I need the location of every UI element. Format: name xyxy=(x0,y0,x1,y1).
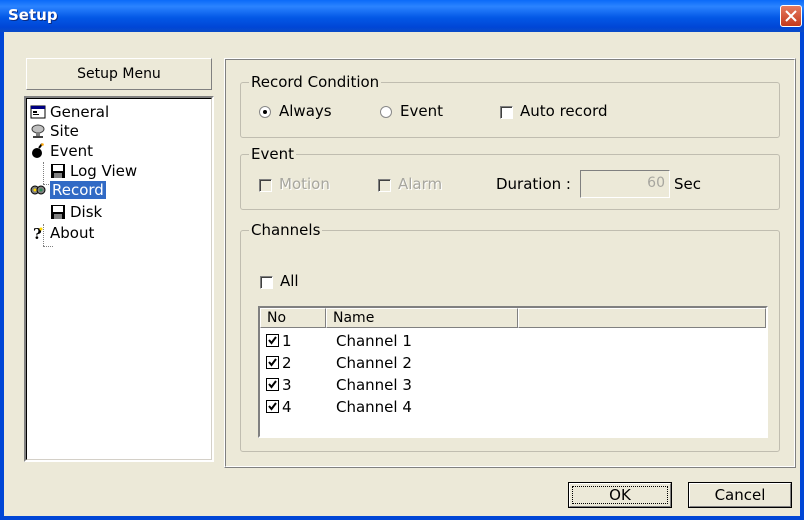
channel-no: 1 xyxy=(282,332,292,350)
window-border-bottom xyxy=(0,516,804,520)
channel-name: Channel 1 xyxy=(336,332,412,350)
ok-button-label: OK xyxy=(609,486,631,504)
ok-button[interactable]: OK xyxy=(568,482,672,508)
auto-record-checkbox[interactable] xyxy=(500,106,513,119)
window-border-left xyxy=(0,32,4,520)
record-icon xyxy=(30,185,46,195)
check-icon xyxy=(268,358,277,367)
selected-label: Record xyxy=(50,181,106,199)
column-header-no[interactable]: No xyxy=(260,308,326,328)
event-radio[interactable] xyxy=(380,106,392,118)
radio-dot xyxy=(263,110,267,114)
duration-unit: Sec xyxy=(674,175,701,193)
sidebar-item-label: Log View xyxy=(70,162,138,180)
channel-name: Channel 4 xyxy=(336,398,412,416)
event-group-title: Event xyxy=(249,145,296,163)
channel-checkbox[interactable] xyxy=(266,378,279,391)
check-icon xyxy=(268,402,277,411)
motion-label: Motion xyxy=(279,175,330,193)
channel-no: 3 xyxy=(282,376,292,394)
motion-checkbox[interactable] xyxy=(259,179,272,192)
always-label[interactable]: Always xyxy=(279,102,332,120)
channel-name: Channel 2 xyxy=(336,354,412,372)
setup-menu-tree[interactable]: General Site Event Log View Record Disk … xyxy=(24,96,214,462)
help-icon: ? xyxy=(33,225,43,241)
site-icon xyxy=(31,124,45,138)
channel-checkbox[interactable] xyxy=(266,400,279,413)
alarm-checkbox[interactable] xyxy=(378,179,391,192)
check-icon xyxy=(268,380,277,389)
title-bar[interactable]: Setup xyxy=(0,0,804,32)
channel-no: 4 xyxy=(282,398,292,416)
svg-text:?: ? xyxy=(33,225,42,241)
disk-icon xyxy=(51,164,65,178)
sidebar-item-label: General xyxy=(50,103,110,121)
sidebar-item-label: Event xyxy=(50,142,93,160)
check-icon xyxy=(268,336,277,345)
channel-checkbox[interactable] xyxy=(266,334,279,347)
sidebar-item-label: Record xyxy=(50,180,106,200)
alarm-label: Alarm xyxy=(398,175,443,193)
cancel-button[interactable]: Cancel xyxy=(688,482,792,508)
duration-input[interactable]: 60 xyxy=(580,170,670,198)
channel-name: Channel 3 xyxy=(336,376,412,394)
setup-menu-header: Setup Menu xyxy=(26,58,212,90)
auto-record-label[interactable]: Auto record xyxy=(520,102,608,120)
event-label[interactable]: Event xyxy=(400,102,443,120)
column-header-empty xyxy=(518,308,766,328)
channel-checkbox[interactable] xyxy=(266,356,279,369)
cancel-button-label: Cancel xyxy=(714,486,766,504)
disk-icon xyxy=(51,205,65,219)
sidebar-item-label: Disk xyxy=(70,203,103,221)
channels-title: Channels xyxy=(249,221,323,239)
general-icon xyxy=(30,105,46,119)
setup-dialog: Setup Setup Menu General Site Event Log … xyxy=(0,0,804,520)
channel-list[interactable]: No Name 1 Channel 1 2 Channel 2 3 Channe… xyxy=(258,306,768,438)
window-title: Setup xyxy=(8,6,58,24)
close-icon xyxy=(785,10,797,22)
sidebar-item-label: Site xyxy=(50,122,79,140)
sidebar-item-label: About xyxy=(50,224,95,242)
tree-connector xyxy=(43,246,53,247)
duration-label: Duration : xyxy=(496,175,571,193)
close-button[interactable] xyxy=(780,5,802,27)
event-icon xyxy=(32,143,44,158)
window-border-right xyxy=(800,32,804,520)
all-channels-label[interactable]: All xyxy=(280,272,299,290)
tree-connector xyxy=(43,162,44,184)
record-condition-title: Record Condition xyxy=(249,73,382,91)
column-header-name[interactable]: Name xyxy=(326,308,518,328)
always-radio[interactable] xyxy=(259,106,271,118)
all-channels-checkbox[interactable] xyxy=(260,276,273,289)
channel-no: 2 xyxy=(282,354,292,372)
